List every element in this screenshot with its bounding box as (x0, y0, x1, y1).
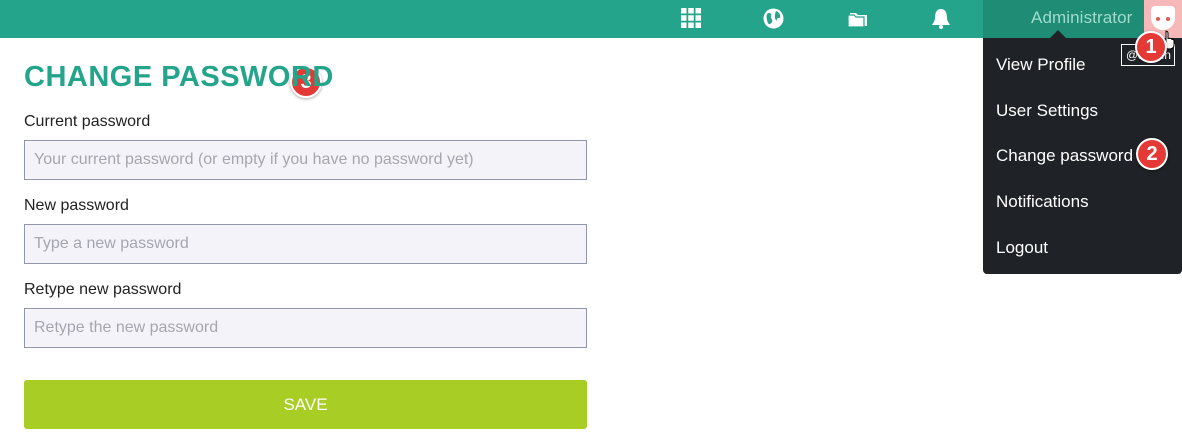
menu-item-notifications[interactable]: Notifications (996, 192, 1089, 212)
menu-item-user-settings[interactable]: User Settings (996, 101, 1098, 121)
menu-item-change-password[interactable]: Change password (996, 146, 1133, 166)
annotation-badge-1: 1 (1135, 31, 1167, 63)
globe-icon[interactable] (762, 7, 784, 29)
current-password-label: Current password (24, 113, 151, 130)
menu-item-view-profile[interactable]: View Profile (996, 55, 1085, 75)
save-button[interactable]: SAVE (24, 380, 587, 429)
new-password-label: New password (24, 197, 129, 214)
menu-item-logout[interactable]: Logout (996, 238, 1048, 258)
new-password-input[interactable] (24, 224, 587, 264)
bell-icon[interactable] (930, 7, 952, 29)
dropdown-caret-icon (1050, 30, 1066, 38)
retype-password-label: Retype new password (24, 281, 182, 298)
annotation-badge-2: 2 (1136, 138, 1168, 170)
user-name[interactable]: Administrator (1031, 8, 1132, 28)
apps-grid-icon[interactable] (680, 7, 702, 29)
avatar-eye (1166, 17, 1170, 21)
current-password-input[interactable] (24, 140, 587, 180)
retype-password-input[interactable] (24, 308, 587, 348)
page-title: CHANGE PASSWORD (24, 61, 334, 93)
avatar-eye (1156, 17, 1160, 21)
avatar-face-icon (1151, 6, 1175, 30)
folder-icon[interactable] (846, 7, 868, 29)
